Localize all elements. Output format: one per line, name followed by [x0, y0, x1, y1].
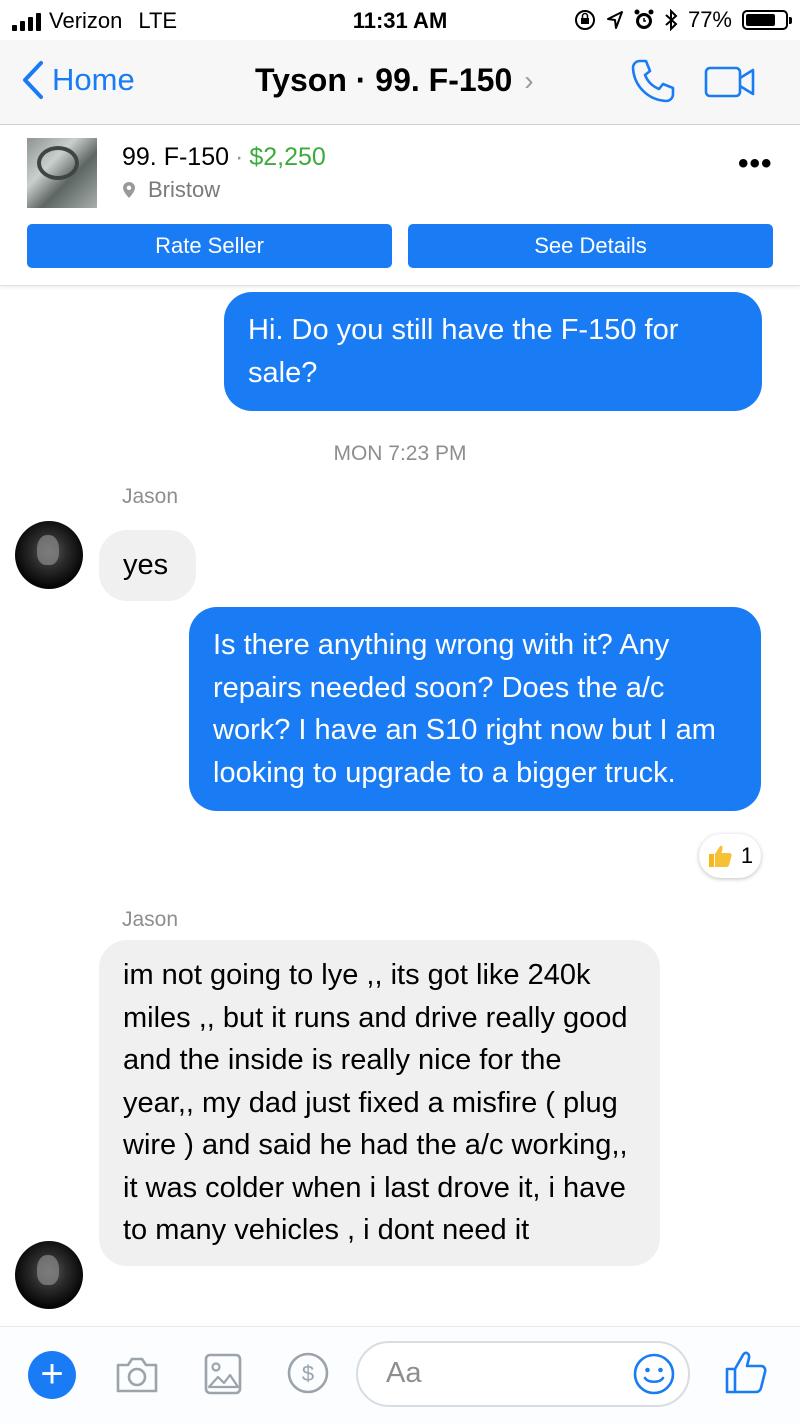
- message-input[interactable]: Aa: [356, 1341, 690, 1407]
- listing-name: 99. F-150: [122, 143, 230, 171]
- payment-icon[interactable]: $: [286, 1351, 330, 1395]
- listing-separator: ·: [235, 143, 244, 171]
- status-bar: Verizon LTE 11:31 AM 77%: [0, 0, 800, 40]
- see-details-button[interactable]: See Details: [408, 224, 773, 268]
- location-pin-icon: [123, 182, 135, 198]
- avatar[interactable]: [15, 521, 83, 589]
- location-icon: [606, 11, 623, 29]
- chevron-left-icon: [23, 61, 43, 99]
- listing-location: Bristow: [122, 177, 220, 203]
- thumbs-up-reaction-icon: [708, 845, 732, 867]
- back-label: Home: [52, 62, 135, 97]
- thumbs-up-icon[interactable]: [724, 1349, 768, 1395]
- bluetooth-icon: [665, 9, 678, 31]
- battery-fill: [746, 14, 776, 26]
- battery-percent: 77%: [687, 7, 732, 32]
- video-icon[interactable]: [704, 64, 756, 100]
- message-outgoing[interactable]: Hi. Do you still have the F-150 for sale…: [224, 292, 762, 411]
- message-composer: + $ Aa: [0, 1326, 800, 1423]
- timestamp: MON 7:23 PM: [333, 442, 467, 465]
- message-outgoing[interactable]: Is there anything wrong with it? Any rep…: [189, 607, 761, 811]
- message-incoming[interactable]: im not going to lye ,, its got like 240k…: [99, 940, 660, 1266]
- alarm-icon: [634, 9, 654, 29]
- message-reaction[interactable]: 1: [699, 834, 761, 878]
- listing-location-text: Bristow: [148, 177, 221, 202]
- sender-name: Jason: [122, 908, 179, 931]
- message-incoming[interactable]: yes: [99, 530, 196, 601]
- conversation-title[interactable]: Tyson · 99. F-150 ›: [255, 62, 534, 99]
- battery-icon: [742, 10, 792, 30]
- message-input-placeholder: Aa: [386, 1357, 422, 1389]
- chevron-right-icon: ›: [524, 64, 534, 96]
- navigation-bar: Home Tyson · 99. F-150 ›: [0, 40, 800, 125]
- rate-seller-button[interactable]: Rate Seller: [27, 224, 392, 268]
- orientation-lock-icon: [574, 10, 595, 30]
- emoji-icon[interactable]: [632, 1352, 676, 1396]
- marketplace-listing-card: 99. F-150 · $2,250 Bristow ••• Rate Seller…: [0, 125, 800, 286]
- svg-text:$: $: [302, 1361, 314, 1386]
- avatar[interactable]: [15, 1241, 83, 1309]
- image-icon[interactable]: [204, 1353, 242, 1395]
- phone-icon[interactable]: [630, 58, 676, 104]
- listing-price: $2,250: [249, 143, 326, 171]
- listing-title: 99. F-150 · $2,250: [122, 143, 326, 172]
- reaction-count: 1: [740, 843, 754, 868]
- conversation-title-text: Tyson · 99. F-150: [255, 62, 513, 98]
- back-button[interactable]: Home: [22, 60, 135, 100]
- listing-thumbnail[interactable]: [27, 138, 97, 208]
- sender-name: Jason: [122, 485, 179, 508]
- plus-icon[interactable]: +: [28, 1351, 76, 1399]
- steering-wheel-graphic: [37, 146, 79, 180]
- camera-icon[interactable]: [114, 1355, 160, 1395]
- more-options-icon[interactable]: •••: [738, 147, 773, 181]
